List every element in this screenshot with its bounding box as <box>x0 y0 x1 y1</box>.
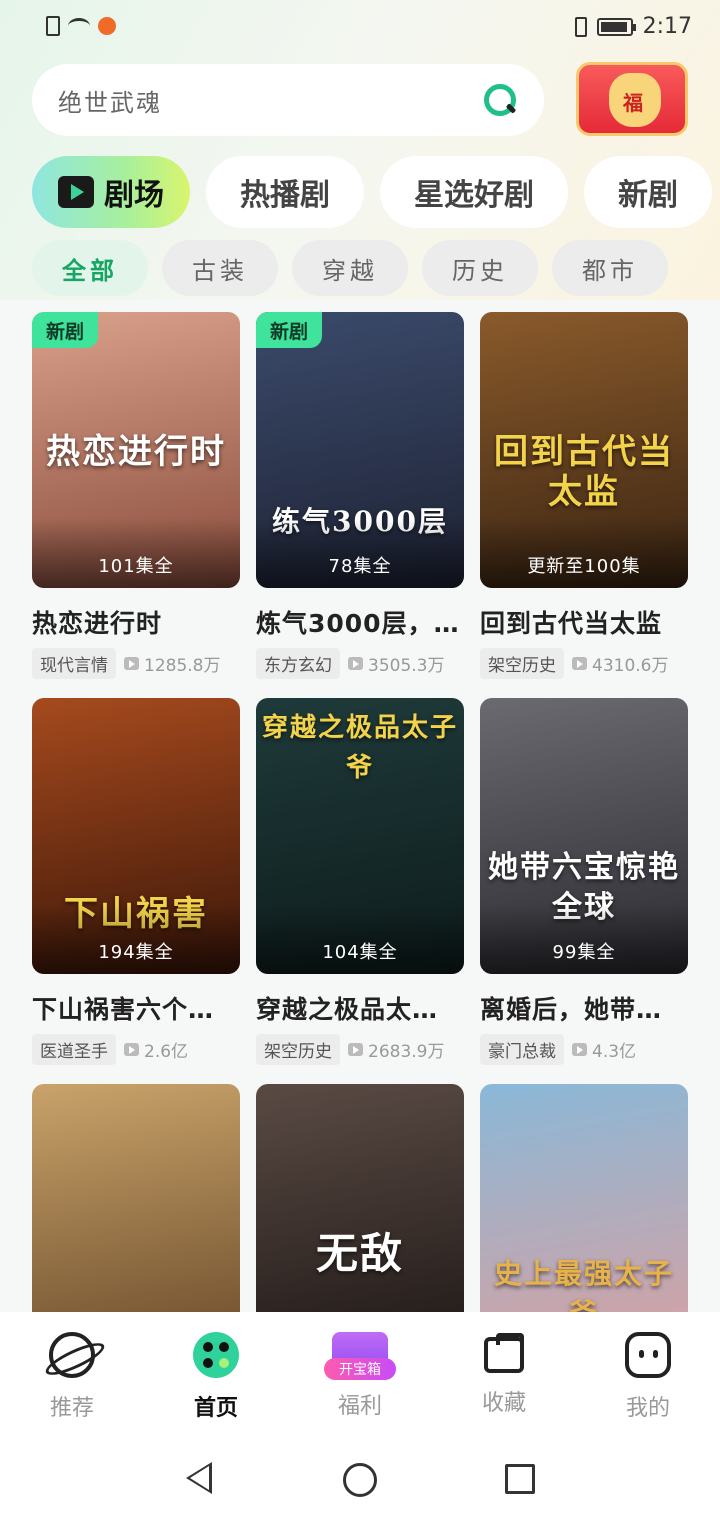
film-reel-icon <box>193 1332 239 1378</box>
drama-card[interactable]: 练气3000层 78集全 新剧 炼气3000层，… 东方玄幻 3505.3万 <box>256 312 464 679</box>
new-badge: 新剧 <box>32 312 99 348</box>
new-badge: 新剧 <box>256 312 323 348</box>
drama-title[interactable]: 离婚后，她带… <box>480 990 688 1026</box>
tab-theater[interactable]: 剧场 <box>32 156 190 228</box>
play-count-icon <box>348 657 363 670</box>
recent-apps-icon[interactable] <box>505 1464 535 1494</box>
face-icon <box>625 1332 671 1378</box>
lucky-bag-icon: 福 <box>609 73 661 127</box>
home-icon[interactable] <box>343 1463 377 1497</box>
planet-icon <box>49 1332 95 1378</box>
search-input[interactable]: 绝世武魂 <box>32 64 544 136</box>
genre-all[interactable]: 全部 <box>32 240 148 296</box>
view-count: 1285.8万 <box>144 656 221 676</box>
nav-recommend[interactable]: 推荐 <box>22 1332 122 1422</box>
drama-card[interactable]: 下山祸害 194集全 下山祸害六个… 医道圣手 2.6亿 <box>32 698 240 1065</box>
sim-alert-icon <box>46 16 60 36</box>
drama-card[interactable]: 回到古代当太监 更新至100集 回到古代当太监 架空历史 4310.6万 <box>480 312 688 679</box>
episode-count: 78集全 <box>328 556 392 577</box>
genre-tag: 现代言情 <box>32 648 116 679</box>
genre-history[interactable]: 历史 <box>422 240 538 296</box>
tab-label: 剧场 <box>104 178 164 213</box>
play-count-icon <box>348 1043 363 1056</box>
view-count: 2.6亿 <box>144 1042 189 1062</box>
battery-icon <box>596 17 636 36</box>
drama-poster[interactable]: 练气3000层 78集全 新剧 <box>256 312 464 588</box>
notification-icon <box>98 17 116 35</box>
bottom-nav: 推荐 首页 开宝箱 福利 收藏 我的 <box>0 1312 720 1432</box>
view-count: 2683.9万 <box>368 1042 445 1062</box>
status-bar: 2:17 <box>0 0 720 56</box>
drama-poster[interactable]: 回到古代当太监 更新至100集 <box>480 312 688 588</box>
tab-label: 新剧 <box>618 178 678 213</box>
genre-costume[interactable]: 古装 <box>162 240 278 296</box>
genre-tag: 架空历史 <box>480 648 564 679</box>
episode-count: 104集全 <box>322 942 398 963</box>
drama-card[interactable]: 穿越之极品太子爷 104集全 穿越之极品太… 架空历史 2683.9万 <box>256 698 464 1065</box>
treasure-chest-icon: 开宝箱 <box>324 1332 396 1380</box>
nav-home[interactable]: 首页 <box>166 1332 266 1422</box>
tab-label: 热播剧 <box>240 178 330 213</box>
drama-title[interactable]: 下山祸害六个… <box>32 990 240 1026</box>
system-nav-bar <box>0 1432 720 1520</box>
genre-time-travel[interactable]: 穿越 <box>292 240 408 296</box>
play-count-icon <box>124 657 139 670</box>
view-count: 4310.6万 <box>592 656 669 676</box>
folder-icon <box>484 1333 524 1373</box>
genre-tag: 架空历史 <box>256 1034 340 1065</box>
play-count-icon <box>124 1043 139 1056</box>
search-icon[interactable] <box>482 82 518 118</box>
nav-welfare[interactable]: 开宝箱 福利 <box>310 1332 410 1420</box>
episode-count: 194集全 <box>98 942 174 963</box>
lucky-bag-button[interactable]: 福 <box>576 62 688 136</box>
genre-tag: 豪门总裁 <box>480 1034 564 1065</box>
drama-poster[interactable]: 热恋进行时 101集全 新剧 <box>32 312 240 588</box>
play-count-icon <box>572 657 587 670</box>
drama-title[interactable]: 热恋进行时 <box>32 604 240 640</box>
nav-favorites[interactable]: 收藏 <box>454 1332 554 1417</box>
play-count-icon <box>572 1043 587 1056</box>
drama-title[interactable]: 回到古代当太监 <box>480 604 688 640</box>
genre-filter: 全部 古装 穿越 历史 都市 <box>32 240 668 296</box>
drama-poster[interactable]: 穿越之极品太子爷 104集全 <box>256 698 464 974</box>
play-icon <box>58 176 94 208</box>
tab-hot[interactable]: 热播剧 <box>206 156 364 228</box>
poster-art-title: 回到古代当太监 <box>494 432 674 512</box>
nav-profile[interactable]: 我的 <box>598 1332 698 1422</box>
nav-label: 我的 <box>625 1396 670 1421</box>
episode-count: 99集全 <box>552 942 616 963</box>
genre-urban[interactable]: 都市 <box>552 240 668 296</box>
drama-card[interactable]: 她带六宝惊艳全球 99集全 离婚后，她带… 豪门总裁 4.3亿 <box>480 698 688 1065</box>
genre-tag: 医道圣手 <box>32 1034 116 1065</box>
tab-label: 星选好剧 <box>414 178 534 213</box>
search-placeholder: 绝世武魂 <box>58 88 162 117</box>
tab-featured[interactable]: 星选好剧 <box>380 156 568 228</box>
view-count: 3505.3万 <box>368 656 445 676</box>
view-count: 4.3亿 <box>592 1042 637 1062</box>
drama-title[interactable]: 炼气3000层，… <box>256 604 464 640</box>
nav-label: 收藏 <box>481 1391 526 1416</box>
poster-art-title: 热恋进行时 <box>46 432 226 472</box>
open-chest-pill: 开宝箱 <box>324 1358 396 1380</box>
genre-tag: 东方玄幻 <box>256 648 340 679</box>
episode-count: 101集全 <box>98 556 174 577</box>
nav-label: 福利 <box>337 1394 382 1419</box>
nav-label: 首页 <box>193 1396 238 1421</box>
poster-art-title: 无敌 <box>315 1229 404 1278</box>
drama-poster[interactable]: 下山祸害 194集全 <box>32 698 240 974</box>
category-tabs: 剧场 热播剧 星选好剧 新剧 <box>32 156 712 228</box>
back-icon[interactable] <box>186 1462 212 1494</box>
nav-label: 推荐 <box>49 1396 94 1421</box>
drama-title[interactable]: 穿越之极品太… <box>256 990 464 1026</box>
vibrate-icon <box>574 16 587 37</box>
clock: 2:17 <box>642 14 692 39</box>
drama-poster[interactable]: 她带六宝惊艳全球 99集全 <box>480 698 688 974</box>
tab-new[interactable]: 新剧 <box>584 156 712 228</box>
episode-count: 更新至100集 <box>527 556 641 577</box>
wifi-icon <box>68 18 90 34</box>
drama-card[interactable]: 热恋进行时 101集全 新剧 热恋进行时 现代言情 1285.8万 <box>32 312 240 679</box>
poster-art-title: 穿越之极品太子爷 <box>261 713 458 783</box>
